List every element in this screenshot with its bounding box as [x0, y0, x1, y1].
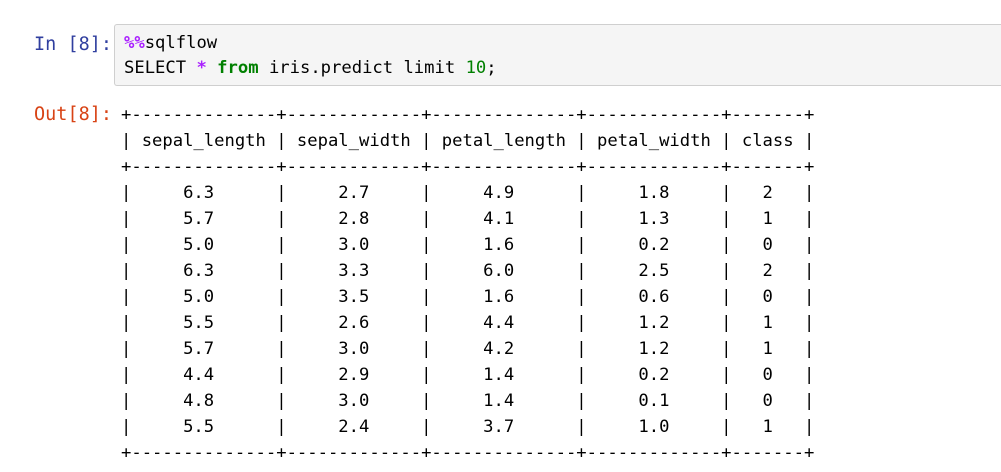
table-row: | 5.0 | 3.0 | 1.6 | 0.2 | 0 | — [121, 235, 815, 255]
table-border-header: +--------------+-------------+----------… — [121, 157, 815, 177]
code-cell-input[interactable]: %%sqlflow SELECT * from iris.predict lim… — [114, 24, 1001, 86]
table-row: | 5.7 | 3.0 | 4.2 | 1.2 | 1 | — [121, 339, 815, 359]
star-operator: * — [196, 58, 207, 78]
table-and-limit: iris.predict limit — [268, 58, 456, 78]
table-row: | 5.5 | 2.6 | 4.4 | 1.2 | 1 | — [121, 313, 815, 333]
input-prompt: In [8]: — [34, 34, 112, 55]
table-row: | 5.7 | 2.8 | 4.1 | 1.3 | 1 | — [121, 209, 815, 229]
statement-terminator: ; — [486, 58, 497, 78]
table-header-row: | sepal_length | sepal_width | petal_len… — [121, 131, 815, 151]
magic-prefix: %% — [124, 33, 145, 53]
table-row: | 6.3 | 2.7 | 4.9 | 1.8 | 2 | — [121, 183, 815, 203]
table-border-top: +--------------+-------------+----------… — [121, 105, 815, 125]
table-border-bottom: +--------------+-------------+----------… — [121, 443, 815, 463]
limit-value: 10 — [465, 58, 487, 78]
output-table: +--------------+-------------+----------… — [121, 102, 814, 466]
code-editor[interactable]: %%sqlflow SELECT * from iris.predict lim… — [124, 31, 497, 81]
table-row: | 5.0 | 3.5 | 1.6 | 0.6 | 0 | — [121, 287, 815, 307]
from-keyword: from — [217, 58, 259, 78]
table-row: | 6.3 | 3.3 | 6.0 | 2.5 | 2 | — [121, 261, 815, 281]
magic-name: sqlflow — [144, 33, 218, 53]
select-keyword: SELECT — [124, 58, 187, 78]
table-row: | 4.4 | 2.9 | 1.4 | 0.2 | 0 | — [121, 365, 815, 385]
output-prompt: Out[8]: — [34, 104, 112, 125]
table-row: | 4.8 | 3.0 | 1.4 | 0.1 | 0 | — [121, 391, 815, 411]
table-row: | 5.5 | 2.4 | 3.7 | 1.0 | 1 | — [121, 417, 815, 437]
